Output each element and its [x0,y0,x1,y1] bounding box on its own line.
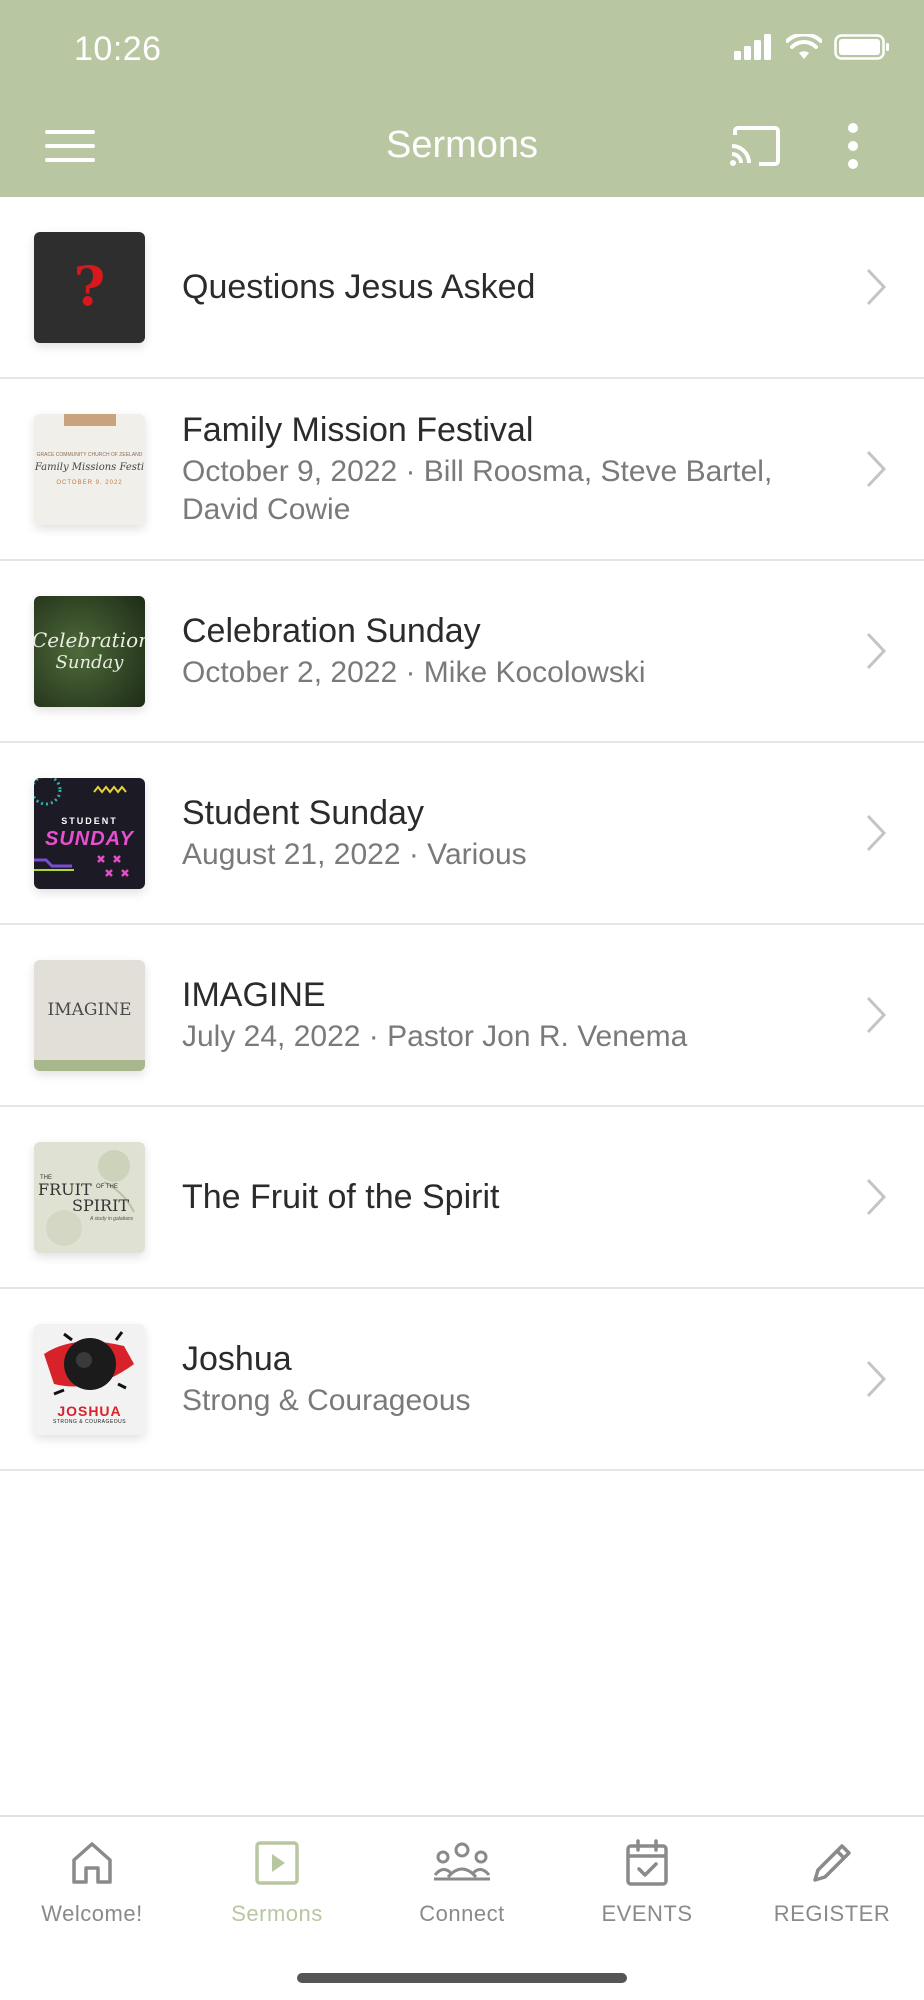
tab-sermons[interactable]: Sermons [185,1835,369,1945]
calendar-icon [626,1839,668,1886]
sermon-texts: Questions Jesus Asked [182,266,834,308]
sermon-thumbnail: IMAGINE [34,960,145,1071]
tab-label: Sermons [231,1901,323,1926]
sermon-texts: The Fruit of the Spirit [182,1176,834,1218]
status-icons [734,34,890,60]
pencil-icon [813,1844,851,1882]
tab-welcome[interactable]: Welcome! [0,1835,184,1945]
cast-icon [730,126,780,166]
tab-connect[interactable]: Connect [370,1835,554,1945]
sermon-thumbnail: ? [34,232,145,343]
sermon-thumbnail: THE FRUIT OF THE SPIRIT A study in galat… [34,1142,145,1253]
thumb-text: STUDENT [61,816,118,826]
chevron-right-icon [866,996,887,1034]
sermon-thumbnail: JOSHUA STRONG & COURAGEOUS [34,1324,145,1435]
sermon-subtitle: Strong & Courageous [182,1384,471,1417]
question-mark-graphic: ? [73,254,106,318]
cast-button[interactable] [725,116,785,176]
thumb-text-script: Family Missions Festi [34,462,145,473]
sermon-title: Questions Jesus Asked [182,268,536,306]
sermon-title: Celebration Sunday [182,612,481,650]
people-icon [433,1842,491,1881]
tab-label: Welcome! [41,1901,143,1926]
sermon-title: Family Mission Festival [182,411,534,449]
sermon-title: IMAGINE [182,976,326,1014]
sermon-title: Student Sunday [182,794,424,832]
sermon-row[interactable]: JOSHUA STRONG & COURAGEOUS Joshua Strong… [0,1289,924,1471]
play-icon [255,1841,299,1885]
sermon-row[interactable]: GRACE COMMUNITY CHURCH OF ZEELAND Family… [0,379,924,561]
wifi-icon [786,34,822,59]
tab-events[interactable]: EVENTS [555,1835,739,1945]
sermon-subtitle: October 9, 2022 · Bill Roosma, Steve Bar… [182,455,773,526]
tab-label: Connect [419,1901,505,1926]
sermon-subtitle: October 2, 2022 · Mike Kocolowski [182,656,646,689]
tab-register[interactable]: REGISTER [740,1835,924,1945]
page-title: Sermons [385,124,539,166]
sermon-list: ? Questions Jesus Asked GRACE COMMUNITY … [0,197,924,1471]
sermon-texts: IMAGINE July 24, 2022 · Pastor Jon R. Ve… [182,974,834,1056]
chevron-right-icon [866,268,887,306]
thumb-text: IMAGINE [47,1000,132,1020]
sermon-texts: Joshua Strong & Courageous [182,1338,834,1420]
status-time: 10:26 [74,30,162,68]
chevron-right-icon [866,450,887,488]
sermon-row[interactable]: Celebration Sunday Celebration Sunday Oc… [0,561,924,743]
thumb-text-small: STRONG & COURAGEOUS [52,1419,127,1425]
thumb-text: SUNDAY [45,828,134,850]
sermon-texts: Celebration Sunday October 2, 2022 · Mik… [182,610,834,692]
sermon-thumbnail: STUDENT SUNDAY [34,778,145,889]
more-options-button[interactable] [838,116,868,176]
tab-label: EVENTS [601,1901,693,1926]
app-header: 10:26 Sermons [0,0,924,197]
sermon-row[interactable]: ? Questions Jesus Asked [0,197,924,379]
sermon-texts: Student Sunday August 21, 2022 · Various [182,792,834,874]
more-vert-icon [848,123,858,169]
chevron-right-icon [866,814,887,852]
thumb-text-small: GRACE COMMUNITY CHURCH OF ZEELAND [36,452,143,458]
home-indicator [297,1973,627,1983]
sermon-subtitle: July 24, 2022 · Pastor Jon R. Venema [182,1020,688,1053]
sermon-texts: Family Mission Festival October 9, 2022 … [182,409,834,529]
sermon-subtitle: August 21, 2022 · Various [182,838,527,871]
signal-icon [734,34,771,60]
app-screen: 10:26 Sermons ? Questions Jesus Asked GR… [0,0,924,2000]
chevron-right-icon [866,1360,887,1398]
sermon-thumbnail: GRACE COMMUNITY CHURCH OF ZEELAND Family… [34,414,145,525]
sermon-title: The Fruit of the Spirit [182,1178,500,1216]
thumb-text-date: OCTOBER 9, 2022 [56,480,123,486]
sermon-row[interactable]: THE FRUIT OF THE SPIRIT A study in galat… [0,1107,924,1289]
thumb-accent [64,414,116,426]
thumb-text: JOSHUA [57,1403,122,1419]
thumb-text-small: A study in galatians [90,1216,134,1222]
thumb-text-small: OF THE [96,1184,118,1190]
battery-icon [834,34,889,60]
thumb-text-script: Sunday [55,652,124,673]
sermon-thumbnail: Celebration Sunday [34,596,145,707]
home-icon [72,1842,112,1884]
sermon-row[interactable]: IMAGINE IMAGINE July 24, 2022 · Pastor J… [0,925,924,1107]
sermon-title: Joshua [182,1340,292,1378]
chevron-right-icon [866,1178,887,1216]
chevron-right-icon [866,632,887,670]
sermon-row[interactable]: STUDENT SUNDAY Student Sunday August 21,… [0,743,924,925]
thumb-stripe [34,1060,145,1071]
thumb-text: SPIRIT [72,1196,130,1215]
thumb-text-script: Celebration [34,628,145,652]
tab-label: REGISTER [773,1901,891,1926]
